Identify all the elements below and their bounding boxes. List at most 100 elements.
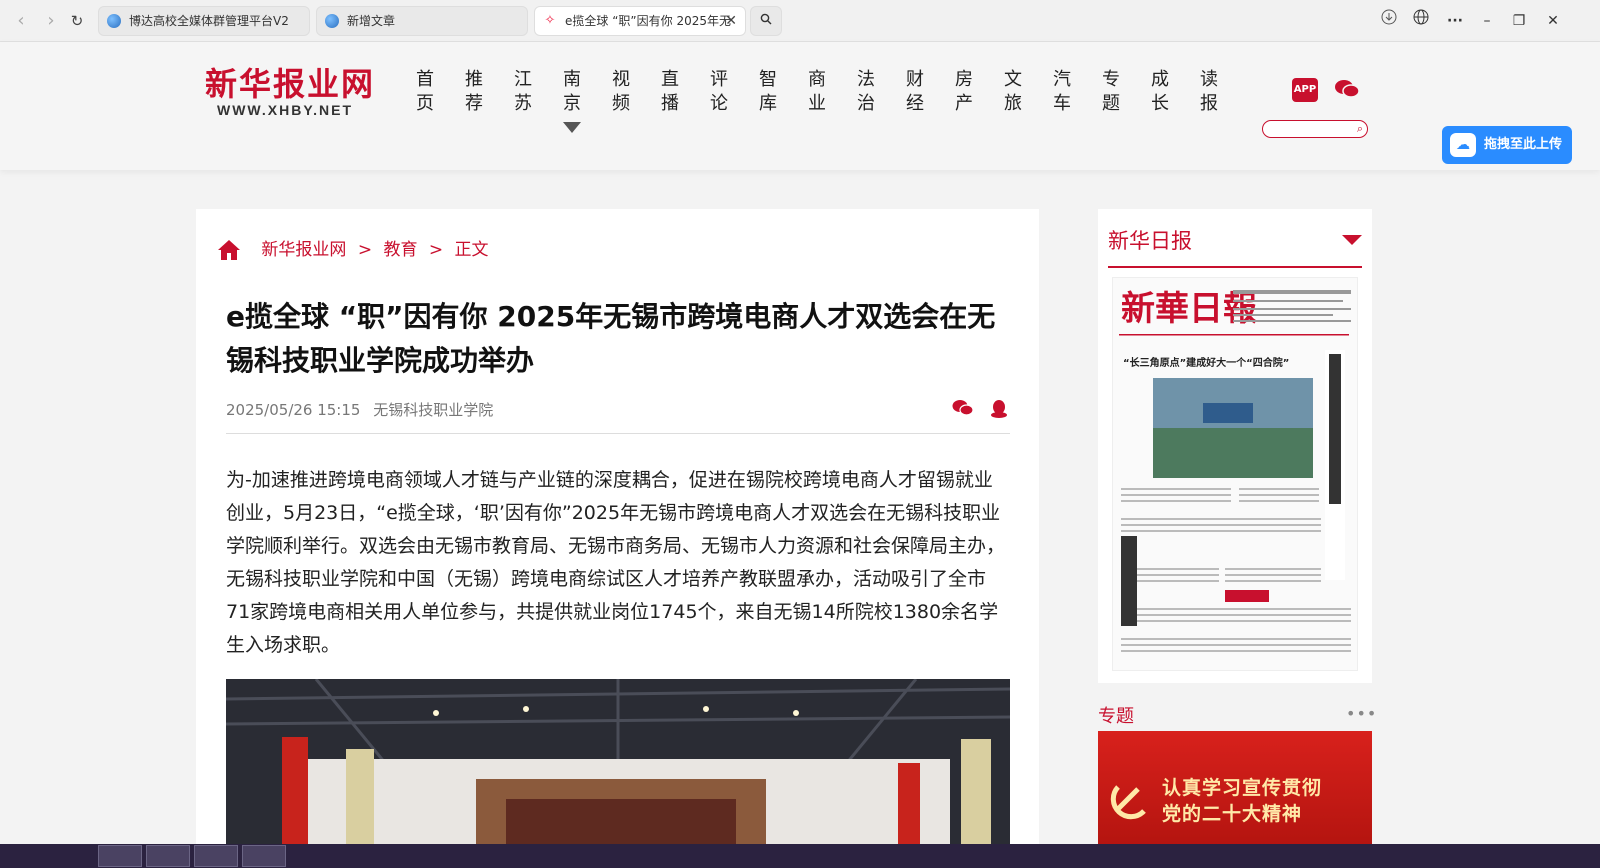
minimize-icon[interactable]: – bbox=[1472, 8, 1502, 34]
paper-headline: “长三角原点”建成好大一个“四合院” bbox=[1123, 356, 1289, 369]
newspaper-title[interactable]: 新华日报 bbox=[1108, 225, 1192, 255]
nav-item[interactable]: 文旅 bbox=[1001, 68, 1025, 116]
close-icon[interactable]: ✕ bbox=[725, 7, 737, 35]
nav-item-label-bottom: 长 bbox=[1151, 93, 1169, 114]
nav-item[interactable]: 江苏 bbox=[511, 68, 535, 116]
qq-share-icon[interactable] bbox=[988, 399, 1010, 419]
nav-item[interactable]: 专题 bbox=[1099, 68, 1123, 116]
chevron-down-icon[interactable] bbox=[563, 122, 581, 133]
nav-item-label-bottom: 论 bbox=[710, 93, 728, 114]
search-input[interactable] bbox=[1269, 125, 1353, 141]
breadcrumb-sep: > bbox=[357, 240, 373, 260]
nav-item[interactable]: 首页 bbox=[413, 68, 437, 116]
translate-icon[interactable] bbox=[1406, 8, 1436, 34]
special-topic-banner[interactable]: 认真学习宣传贯彻 党的二十大精神 bbox=[1098, 731, 1372, 849]
breadcrumb-sep: > bbox=[428, 240, 444, 260]
nav-item-label-bottom: 苏 bbox=[514, 93, 532, 114]
site-logo[interactable]: 新华报业网 WWW.XHBY.NET bbox=[205, 66, 385, 118]
nav-item-label-bottom: 荐 bbox=[465, 93, 483, 114]
taskbar-item[interactable] bbox=[146, 845, 190, 867]
party-emblem-icon bbox=[1110, 785, 1146, 820]
nav-item[interactable]: 视频 bbox=[609, 68, 633, 116]
more-icon[interactable]: ··· bbox=[1440, 8, 1470, 34]
nav-item[interactable]: 读报 bbox=[1197, 68, 1221, 116]
nav-item[interactable]: 财经 bbox=[903, 68, 927, 116]
taskbar-item[interactable] bbox=[242, 845, 286, 867]
upload-button[interactable]: ☁ 拖拽至此上传 bbox=[1442, 126, 1572, 164]
banner-line2: 党的二十大精神 bbox=[1162, 803, 1303, 825]
nav-item-label-top: 商 bbox=[808, 69, 826, 90]
wechat-icon[interactable] bbox=[1334, 78, 1360, 102]
nav-item-label-bottom: 题 bbox=[1102, 93, 1120, 114]
search-icon[interactable]: ⌕ bbox=[1357, 121, 1363, 137]
tab-platform[interactable]: 博达高校全媒体群管理平台V2 bbox=[98, 6, 310, 36]
more-icon[interactable]: ••• bbox=[1346, 704, 1377, 723]
browser-chrome: ‹ › ↻ 博达高校全媒体群管理平台V2 新增文章 ✧ e揽全球 “职”因有你 … bbox=[0, 0, 1600, 42]
article-body: 为-加速推进跨境电商领域人才链与产业链的深度耦合，促进在锡院校跨境电商人才留锡就… bbox=[226, 469, 1006, 656]
nav-item-label-bottom: 京 bbox=[563, 93, 581, 114]
nav-item-label-top: 首 bbox=[416, 69, 434, 90]
nav-item[interactable]: 商业 bbox=[805, 68, 829, 116]
article-title: e揽全球 “职”因有你 2025年无锡市跨境电商人才双选会在无锡科技职业学院成功… bbox=[226, 300, 996, 377]
tab-search-button[interactable] bbox=[750, 6, 782, 36]
taskbar-item[interactable] bbox=[98, 845, 142, 867]
nav-item[interactable]: 成长 bbox=[1148, 68, 1172, 116]
nav-item[interactable]: 推荐 bbox=[462, 68, 486, 116]
wechat-share-icon[interactable] bbox=[952, 399, 974, 419]
nav-item-label-bottom: 频 bbox=[612, 93, 630, 114]
breadcrumb-site[interactable]: 新华报业网 bbox=[261, 240, 346, 260]
tab-article-active[interactable]: ✧ e揽全球 “职”因有你 2025年无 ✕ bbox=[534, 6, 746, 36]
forward-icon[interactable]: › bbox=[38, 8, 64, 34]
nav-item[interactable]: 直播 bbox=[658, 68, 682, 116]
nav-item-label-top: 汽 bbox=[1053, 69, 1071, 90]
download-icon[interactable] bbox=[1374, 8, 1404, 34]
app-icon[interactable]: APP bbox=[1292, 78, 1318, 102]
globe-icon bbox=[107, 14, 121, 28]
reload-icon[interactable]: ↻ bbox=[64, 8, 90, 34]
special-topic-title[interactable]: 专题 bbox=[1098, 702, 1134, 728]
nav-item-label-top: 文 bbox=[1004, 69, 1022, 90]
nav-item-label-top: 南 bbox=[563, 69, 581, 90]
nav-item-label-bottom: 页 bbox=[416, 93, 434, 114]
taskbar-item[interactable] bbox=[194, 845, 238, 867]
nav-item[interactable]: 法治 bbox=[854, 68, 878, 116]
breadcrumb: 新华报业网 > 教育 > 正文 bbox=[216, 237, 495, 263]
newspaper-front-page[interactable]: 新華日報 “长三角原点”建成好大一个“四合院” bbox=[1112, 277, 1358, 671]
banner-line1: 认真学习宣传贯彻 bbox=[1162, 777, 1323, 799]
tab-new-article[interactable]: 新增文章 bbox=[316, 6, 528, 36]
nav-item-label-top: 江 bbox=[514, 69, 532, 90]
article-photo bbox=[226, 679, 1010, 849]
restore-icon[interactable]: ❐ bbox=[1504, 8, 1534, 34]
home-icon[interactable] bbox=[216, 238, 242, 262]
cloud-upload-icon: ☁ bbox=[1450, 133, 1476, 157]
nav-item-label-bottom: 报 bbox=[1200, 93, 1218, 114]
site-search: ⌕ bbox=[1262, 120, 1368, 141]
nav-item[interactable]: 南京 bbox=[560, 68, 584, 116]
ai-icon: ✧ bbox=[544, 13, 556, 28]
article-source: 无锡科技职业学院 bbox=[373, 401, 494, 419]
breadcrumb-section[interactable]: 教育 bbox=[383, 240, 417, 260]
breadcrumb-page: 正文 bbox=[454, 240, 489, 260]
upload-label: 拖拽至此上传 bbox=[1484, 137, 1563, 152]
nav-item-label-bottom: 产 bbox=[955, 93, 973, 114]
nav-item[interactable]: 智库 bbox=[756, 68, 780, 116]
window-close-icon[interactable]: ✕ bbox=[1538, 8, 1568, 34]
nav-item-label-bottom: 播 bbox=[661, 93, 679, 114]
tab-label: e揽全球 “职”因有你 2025年无 bbox=[565, 14, 731, 28]
globe-icon bbox=[325, 14, 339, 28]
nav-item-label-bottom: 经 bbox=[906, 93, 924, 114]
nav-item[interactable]: 房产 bbox=[952, 68, 976, 116]
logo-cn: 新华报业网 bbox=[205, 65, 376, 103]
nav-item-label-bottom: 治 bbox=[857, 93, 875, 114]
search-icon bbox=[760, 13, 772, 25]
nav-item-label-top: 财 bbox=[906, 69, 924, 90]
site-header: 新华报业网 WWW.XHBY.NET 首页推荐江苏南京视频直播评论智库商业法治财… bbox=[0, 42, 1600, 170]
nav-item-label-top: 推 bbox=[465, 69, 483, 90]
nav-item-label-bottom: 车 bbox=[1053, 93, 1071, 114]
logo-en: WWW.XHBY.NET bbox=[217, 102, 353, 118]
chevron-down-icon[interactable] bbox=[1342, 235, 1362, 245]
nav-item[interactable]: 汽车 bbox=[1050, 68, 1074, 116]
back-icon[interactable]: ‹ bbox=[8, 8, 34, 34]
nav-item[interactable]: 评论 bbox=[707, 68, 731, 116]
nav-item-label-top: 评 bbox=[710, 69, 728, 90]
